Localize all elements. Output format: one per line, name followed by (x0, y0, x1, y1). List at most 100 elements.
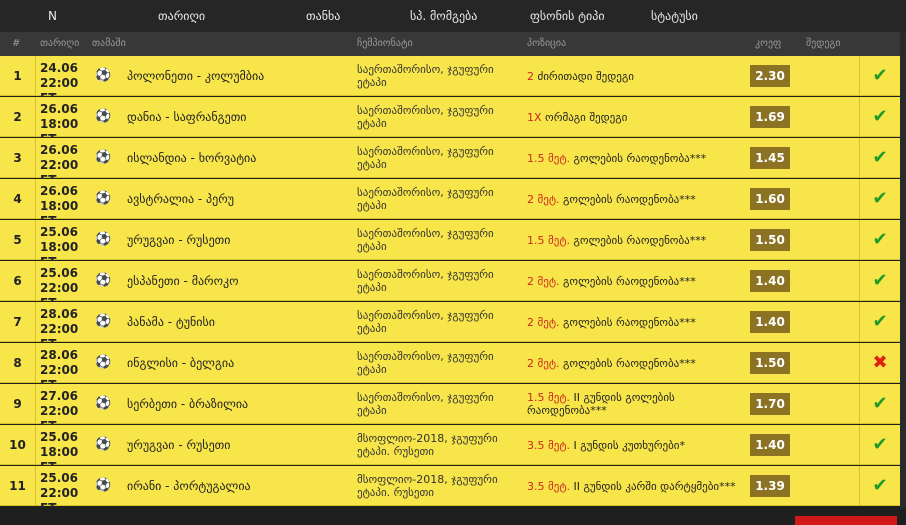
coef-badge: 1.40 (750, 270, 790, 292)
row-match[interactable]: ესპანეთი - მაროკო (127, 261, 347, 301)
check-icon: ✔ (872, 475, 888, 496)
coef-badge: 1.69 (750, 106, 790, 128)
column-divider (859, 261, 860, 301)
table-subheader: # თარიღი თამაში ჩემპიონატი პოზიცია კოეფ … (0, 32, 906, 56)
row-date: 26.06 (40, 102, 78, 116)
table-row[interactable]: 226.0618:00 FT⚽ დანია - საფრანგეთი საერთაშ… (0, 97, 900, 146)
table-row[interactable]: 828.0622:00 FT⚽ ინგლისი - ბელგია საერთაშორ… (0, 343, 900, 392)
row-match[interactable]: ავსტრალია - პერუ (127, 179, 347, 219)
table-row[interactable]: 326.0622:00 FT⚽ ისლანდია - ხორვატია საერთა… (0, 138, 900, 187)
soccer-ball-icon: ⚽ (95, 355, 112, 370)
soccer-ball-icon: ⚽ (95, 396, 112, 411)
column-divider (859, 425, 860, 465)
soccer-ball-icon: ⚽ (95, 478, 112, 493)
position-value: 3.5 მეტ. (527, 438, 571, 452)
coef-badge: 1.40 (750, 434, 790, 456)
scrollbar[interactable] (900, 32, 906, 509)
table-row[interactable]: 426.0618:00 FT⚽ ავსტრალია - პერუ საერთაშორ… (0, 179, 900, 228)
check-icon: ✔ (872, 65, 888, 86)
subheader-coef: კოეფ (755, 38, 782, 49)
row-position: 2 მეტ. გოლების რაოდენობა*** (527, 343, 742, 383)
row-match[interactable]: ურუგვაი - რუსეთი (127, 425, 347, 465)
row-position: 1X ორმაგი შედეგი (527, 97, 742, 137)
row-position: 2 მეტ. გოლების რაოდენობა*** (527, 261, 742, 301)
row-date: 28.06 (40, 348, 78, 362)
subheader-position: პოზიცია (527, 38, 567, 49)
header-odds-type[interactable]: ფსონის ტიპი (530, 9, 605, 23)
red-action-button[interactable] (795, 516, 897, 525)
coef-badge: 2.30 (750, 65, 790, 87)
subheader-match: თამაში (92, 38, 126, 49)
soccer-ball-icon: ⚽ (95, 109, 112, 124)
row-number: 8 (0, 343, 36, 383)
row-datetime: 27.0622:00 FT (40, 384, 92, 433)
row-position: 1.5 მეტ. II გუნდის გოლების რაოდენობა*** (527, 384, 742, 424)
header-n[interactable]: N (48, 9, 57, 23)
table-row[interactable]: 927.0622:00 FT⚽ სერბეთი - ბრაზილია საერთაშ… (0, 384, 900, 433)
subheader-num: # (12, 38, 21, 49)
subheader-result: შედეგი (806, 38, 841, 49)
table-row[interactable]: 1025.0618:00 FT⚽ ურუგვაი - რუსეთი მსოფლიო-… (0, 425, 900, 474)
check-icon: ✔ (872, 106, 888, 127)
row-datetime: 25.0618:00 FT (40, 220, 92, 269)
row-match[interactable]: პოლონეთი - კოლუმბია (127, 56, 347, 96)
table-row[interactable]: 525.0618:00 FT⚽ ურუგვაი - რუსეთი საერთაშორ… (0, 220, 900, 269)
row-date: 25.06 (40, 430, 78, 444)
column-divider (859, 343, 860, 383)
table-row[interactable]: 11 25.06 22:00 FT ⚽ ირანი - პორტუგალია მსოფლი… (0, 466, 900, 515)
row-championship: საერთაშორისო, ჯგუფური ეტაპი (357, 63, 494, 89)
row-position: 1.5 მეტ. გოლების რაოდენობა*** (527, 138, 742, 178)
header-date[interactable]: თარიღი (158, 9, 205, 23)
table-row[interactable]: 124.0622:00 FT⚽ პოლონეთი - კოლუმბია საერთა… (0, 56, 900, 105)
row-date: 28.06 (40, 307, 78, 321)
row-number: 3 (0, 138, 36, 178)
check-icon: ✔ (872, 434, 888, 455)
row-match[interactable]: სერბეთი - ბრაზილია (127, 384, 347, 424)
row-match[interactable]: ისლანდია - ხორვატია (127, 138, 347, 178)
row-date: 25.06 (40, 266, 78, 280)
row-number: 7 (0, 302, 36, 342)
position-value: 1X (527, 110, 542, 124)
row-match[interactable]: ურუგვაი - რუსეთი (127, 220, 347, 260)
row-datetime: 26.0618:00 FT (40, 179, 92, 228)
position-value: 2 მეტ. (527, 356, 560, 370)
column-divider (859, 384, 860, 424)
header-status[interactable]: სტატუსი (651, 9, 698, 23)
row-position: 1.5 მეტ. გოლების რაოდენობა*** (527, 220, 742, 260)
row-datetime: 28.0622:00 FT (40, 343, 92, 392)
bets-table: 124.0622:00 FT⚽პოლონეთი - კოლუმბიასაერთა… (0, 56, 906, 515)
row-number: 2 (0, 97, 36, 137)
row-match[interactable]: ირანი - პორტუგალია (127, 466, 347, 506)
position-value: 2 (527, 69, 534, 83)
row-championship: საერთაშორისო, ჯგუფური ეტაპი (357, 186, 494, 212)
row-championship: საერთაშორისო, ჯგუფური ეტაპი (357, 104, 494, 130)
row-datetime: 25.0618:00 FT (40, 425, 92, 474)
row-date: 25.06 (40, 225, 78, 239)
table-row[interactable]: 728.0622:00 FT⚽ პანამა - ტუნისი საერთაშორი… (0, 302, 900, 351)
table-row[interactable]: 625.0622:00 FT⚽ ესპანეთი - მაროკო საერთაშო… (0, 261, 900, 310)
row-championship: მსოფლიო-2018, ჯგუფური ეტაპი. რუსეთი (357, 473, 498, 499)
column-divider (859, 179, 860, 219)
row-championship: საერთაშორისო, ჯგუფური ეტაპი (357, 268, 494, 294)
row-match[interactable]: პანამა - ტუნისი (127, 302, 347, 342)
position-label: გოლების რაოდენობა*** (559, 356, 696, 370)
row-datetime: 25.0622:00 FT (40, 466, 92, 515)
header-possible-win[interactable]: სპ. მომგება (410, 9, 477, 23)
coef-badge: 1.45 (750, 147, 790, 169)
row-championship: მსოფლიო-2018, ჯგუფური ეტაპი. რუსეთი (357, 432, 498, 458)
check-icon: ✔ (872, 229, 888, 250)
coef-badge: 1.40 (750, 311, 790, 333)
check-icon: ✔ (872, 270, 888, 291)
position-label: გოლების რაოდენობა*** (559, 192, 696, 206)
column-divider (859, 466, 860, 506)
header-amount[interactable]: თანხა (306, 9, 340, 23)
cross-icon: ✖ (872, 352, 888, 373)
row-number: 1 (0, 56, 36, 96)
check-icon: ✔ (872, 311, 888, 332)
position-value: 3.5 მეტ. (527, 479, 571, 493)
column-header-bar: N თარიღი თანხა სპ. მომგება ფსონის ტიპი ს… (0, 0, 906, 32)
row-match[interactable]: ინგლისი - ბელგია (127, 343, 347, 383)
row-match[interactable]: დანია - საფრანგეთი (127, 97, 347, 137)
row-position: 2 მეტ. გოლების რაოდენობა*** (527, 302, 742, 342)
footer-bar (0, 509, 906, 525)
